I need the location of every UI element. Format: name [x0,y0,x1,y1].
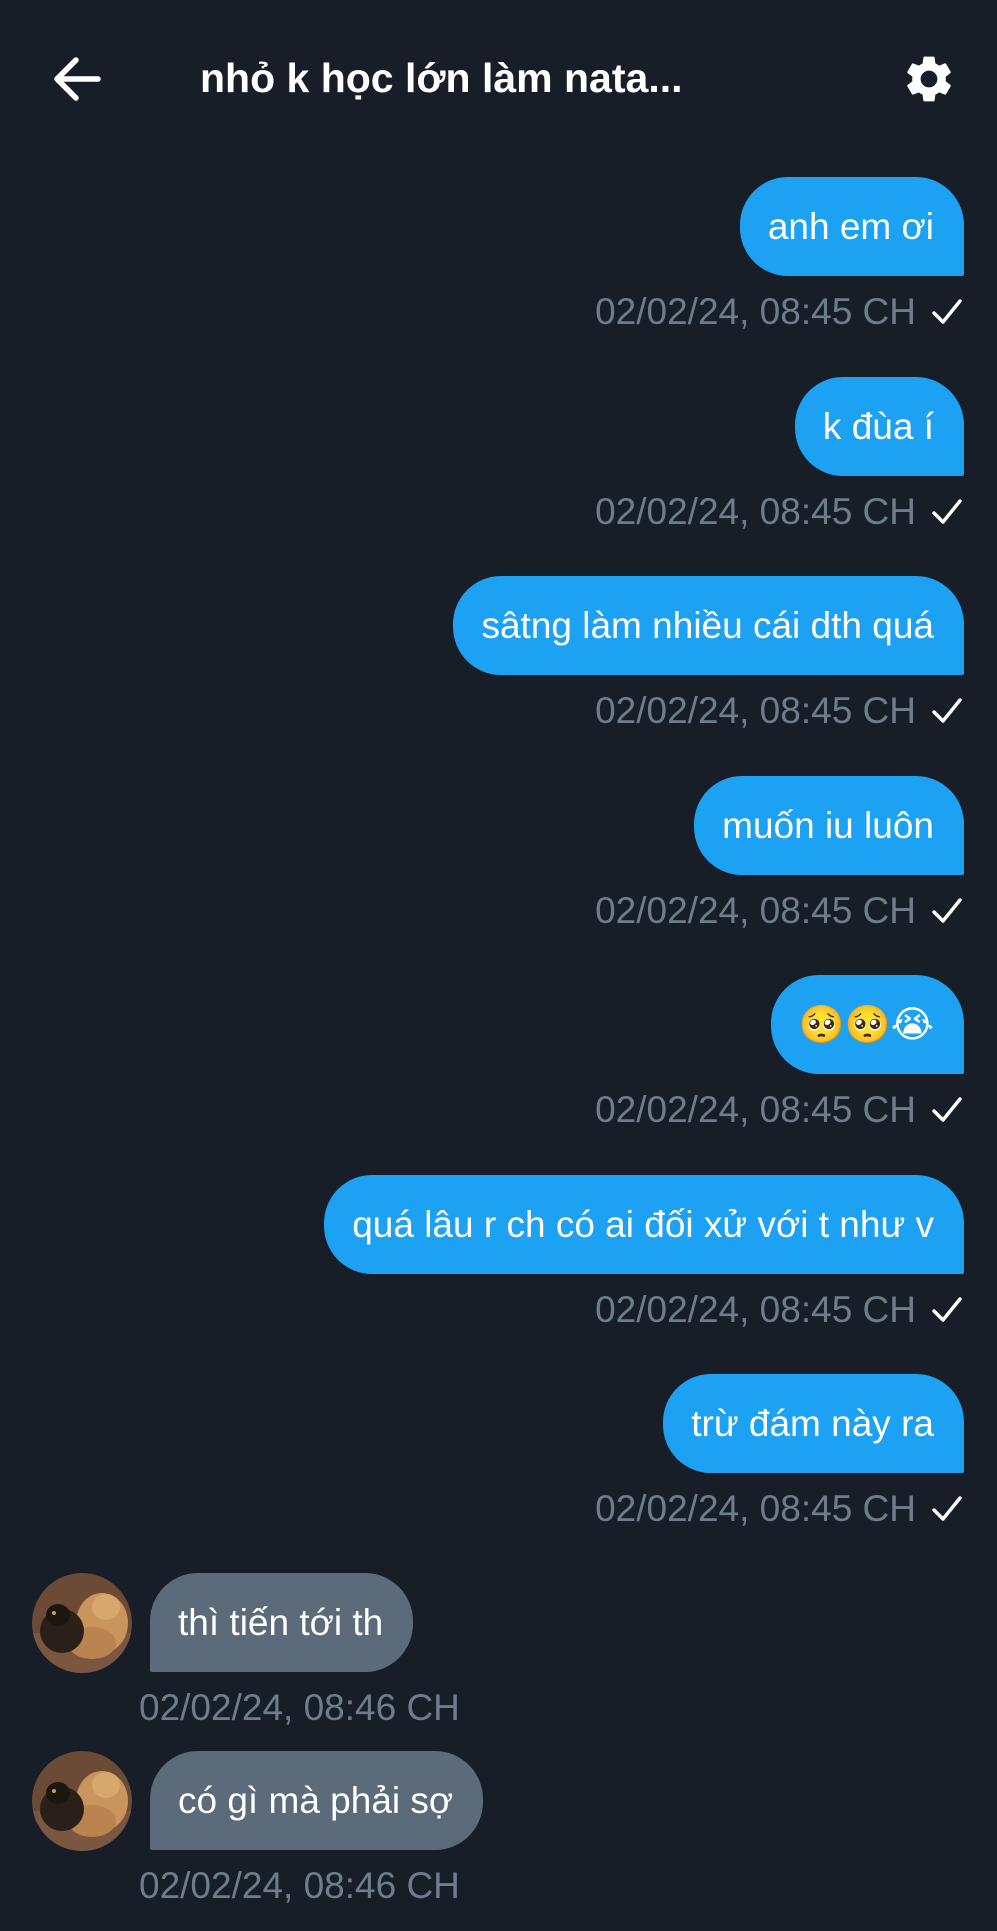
message-timestamp: 02/02/24, 08:45 CH [595,291,916,332]
message-bubble[interactable]: thì tiến tới th [150,1573,414,1672]
message-timestamp: 02/02/24, 08:46 CH [139,1687,460,1728]
message-bubble[interactable]: trừ đám này ra [663,1374,964,1473]
message-bubble[interactable]: 🥺🥺😭 [770,975,964,1074]
message-meta: 02/02/24, 08:45 CH [595,885,964,937]
message-meta: 02/02/24, 08:45 CH [595,1284,964,1336]
message-bubble[interactable]: có gì mà phải sợ [150,1751,484,1850]
message-bubble[interactable]: quá lâu r ch có ai đối xử với t như v [324,1175,964,1274]
avatar[interactable] [32,1573,132,1673]
avatar-dogs-image [32,1751,132,1851]
message-outgoing: quá lâu r ch có ai đối xử với t như v 02… [324,1175,964,1336]
message-outgoing: 🥺🥺😭 02/02/24, 08:45 CH [595,975,964,1136]
message-bubble[interactable]: sâtng làm nhiều cái dth quá [453,576,964,675]
checkmark-icon [930,1492,964,1526]
message-outgoing: k đùa í 02/02/24, 08:45 CH [595,377,964,538]
message-incoming: thì tiến tới th 02/02/24, 08:46 CH [32,1573,932,1753]
avatar-dogs-image [32,1573,132,1673]
message-bubble[interactable]: muốn iu luôn [694,776,964,875]
settings-button[interactable] [898,48,960,110]
message-timestamp: 02/02/24, 08:45 CH [595,1488,916,1529]
checkmark-icon [930,694,964,728]
message-timestamp: 02/02/24, 08:45 CH [595,1289,916,1330]
arrow-left-icon [54,57,101,101]
checkmark-icon [930,495,964,529]
message-outgoing: anh em ơi 02/02/24, 08:45 CH [595,177,964,338]
conversation-title: nhỏ k học lớn làm nata... [200,55,683,101]
message-timestamp: 02/02/24, 08:45 CH [595,1089,916,1130]
message-timestamp: 02/02/24, 08:45 CH [595,690,916,731]
message-incoming: có gì mà phải sợ 02/02/24, 08:46 CH [32,1751,932,1931]
message-timestamp: 02/02/24, 08:46 CH [139,1865,460,1906]
avatar[interactable] [32,1751,132,1851]
message-meta: 02/02/24, 08:45 CH [595,286,964,338]
message-bubble[interactable]: anh em ơi [739,177,964,276]
message-outgoing: trừ đám này ra 02/02/24, 08:45 CH [595,1374,964,1535]
checkmark-icon [930,1093,964,1127]
message-meta: 02/02/24, 08:45 CH [595,1084,964,1136]
message-meta: 02/02/24, 08:45 CH [595,685,964,737]
chat-header: nhỏ k học lớn làm nata... [0,0,997,156]
gear-icon [907,56,951,102]
message-meta: 02/02/24, 08:45 CH [595,1483,964,1535]
message-outgoing: sâtng làm nhiều cái dth quá 02/02/24, 08… [453,576,964,737]
checkmark-icon [930,295,964,329]
message-meta: 02/02/24, 08:45 CH [595,486,964,538]
message-timestamp: 02/02/24, 08:45 CH [595,491,916,532]
message-timestamp: 02/02/24, 08:45 CH [595,890,916,931]
message-bubble[interactable]: k đùa í [794,377,964,476]
message-outgoing: muốn iu luôn 02/02/24, 08:45 CH [595,776,964,937]
checkmark-icon [930,894,964,928]
checkmark-icon [930,1293,964,1327]
back-button[interactable] [44,46,110,112]
